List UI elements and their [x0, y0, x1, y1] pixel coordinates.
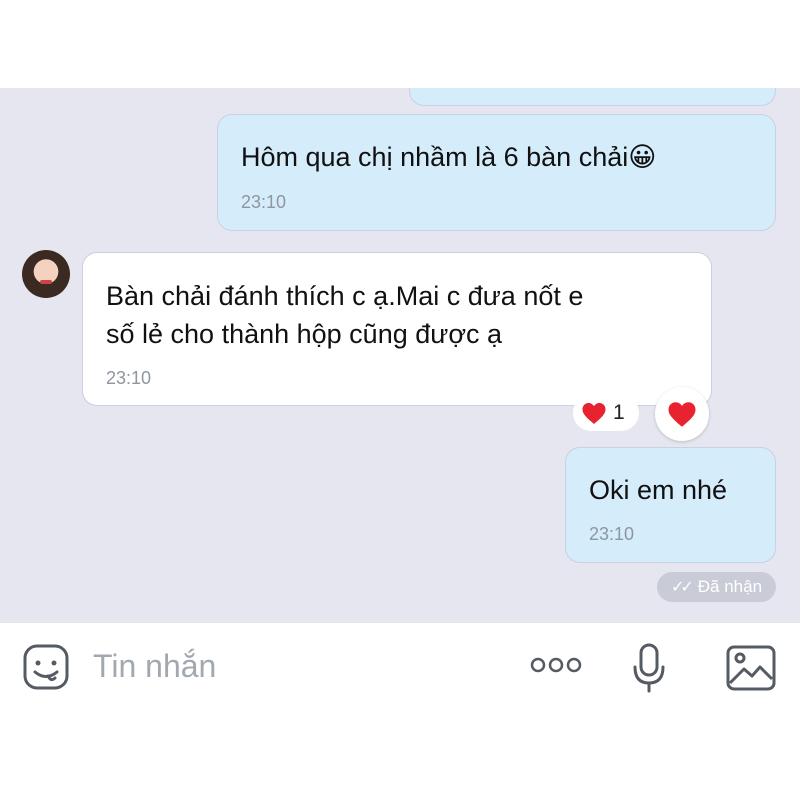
reaction-summary[interactable]: 1 — [573, 395, 639, 431]
heart-icon — [668, 401, 696, 427]
reaction-count: 1 — [613, 401, 625, 424]
top-blank-area — [0, 0, 800, 88]
image-icon[interactable] — [726, 645, 776, 696]
message-bubble-outgoing[interactable]: Hôm qua chị nhầm là 6 bàn chải😀 23:10 — [218, 115, 775, 230]
heart-icon — [582, 402, 606, 424]
message-time: 23:10 — [106, 368, 152, 388]
message-text: Oki em nhé — [589, 475, 728, 505]
chat-area[interactable]: Hôm qua chị nhầm là 6 bàn chải😀 23:10 Bà… — [0, 88, 800, 622]
message-bubble-outgoing[interactable]: Oki em nhé 23:10 — [566, 448, 775, 562]
message-time: 23:10 — [241, 192, 287, 212]
message-text-line-1: Bàn chải đánh thích c ạ.Mai c đưa nốt e — [106, 281, 584, 311]
message-input[interactable]: Tin nhắn — [93, 648, 216, 685]
status-label: Đã nhận — [697, 577, 763, 596]
double-check-icon: ✓✓ — [670, 579, 694, 596]
avatar[interactable] — [22, 250, 70, 298]
more-options-icon[interactable] — [530, 655, 582, 680]
message-time: 23:10 — [589, 524, 635, 544]
microphone-icon[interactable] — [632, 643, 666, 698]
message-bubble-incoming[interactable]: Bàn chải đánh thích c ạ.Mai c đưa nốt e … — [83, 253, 711, 405]
emoji-icon[interactable] — [22, 643, 70, 696]
delivery-status-badge: ✓✓ Đã nhận — [657, 572, 776, 602]
message-text-line-2: số lẻ cho thành hộp cũng được ạ — [106, 319, 503, 349]
composer-bar: Tin nhắn — [0, 622, 800, 800]
react-button[interactable] — [655, 387, 709, 441]
previous-message-bubble[interactable] — [410, 88, 775, 105]
message-text: Hôm qua chị nhầm là 6 bàn chải😀 — [241, 142, 657, 172]
